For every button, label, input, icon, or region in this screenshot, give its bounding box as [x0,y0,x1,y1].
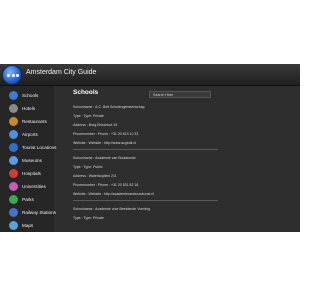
sidebar-item-airports[interactable]: Airports [0,128,54,141]
school-name: Schoolname : Academie voor Beeldende Vor… [73,207,151,211]
school-website: Website : Website : http://www.acgbolt.n… [73,141,137,145]
sidebar: Schools Hotels Restaurants Airports Tour… [0,86,57,232]
museums-icon [9,156,18,165]
tourist-locations-icon [9,143,18,152]
restaurants-icon [9,117,18,126]
hotels-icon [9,104,18,113]
airports-icon [9,130,18,139]
sidebar-item-label: Museums [22,158,42,163]
school-name: Schoolname : Academie van Bouwkunst [73,156,136,160]
sidebar-item-label: Hotels [22,106,36,111]
sidebar-item-restaurants[interactable]: Restaurants [0,115,54,128]
sidebar-item-label: Restaurants [22,119,47,124]
sidebar-item-hospitals[interactable]: Hospitals [0,167,54,180]
app-header: Amsterdam City Guide [0,64,300,86]
school-website: Website : Website : http://academievanbo… [73,192,154,196]
school-phone: Phonenumber : Phone : +31 20 531 82 18 [73,183,139,187]
sidebar-item-label: Railway Stations [22,210,56,215]
sidebar-item-label: Hospitals [22,171,41,176]
sidebar-item-label: Universities [22,184,46,189]
maps-icon [9,221,18,230]
school-type: Type : Type: Public [73,165,103,169]
school-address: Address : Burg.Elsschout 19 [73,123,118,127]
school-type: Type : Type: Private [73,114,104,118]
school-phone: Phonenumber : Phone : +31 20 613 10 33 [73,132,139,136]
divider [73,200,218,201]
app-window: Amsterdam City Guide Schools Hotels Rest… [0,64,300,232]
sidebar-item-schools[interactable]: Schools [0,89,54,102]
hospitals-icon [9,169,18,178]
sidebar-item-label: Tourist Locations [22,145,57,150]
sidebar-item-tourist-locations[interactable]: Tourist Locations [0,141,57,154]
universities-icon [9,182,18,191]
school-type: Type : Type: Private [73,216,104,220]
sidebar-item-railway-stations[interactable]: Railway Stations [0,206,56,219]
sidebar-item-museums[interactable]: Museums [0,154,54,167]
sidebar-item-universities[interactable]: Universities [0,180,54,193]
sidebar-item-label: Airports [22,132,38,137]
sidebar-item-label: Schools [22,93,39,98]
parks-icon [9,195,18,204]
sidebar-item-label: Maps [22,223,34,228]
page-title: Schools [73,89,99,96]
app-title: Amsterdam City Guide [26,69,97,76]
sidebar-item-label: Parks [22,197,34,202]
sidebar-item-hotels[interactable]: Hotels [0,102,54,115]
railway-stations-icon [9,208,18,217]
search-input[interactable] [149,91,211,98]
divider [73,149,218,150]
main-content: Schools Schoolname : A.C. Bolt Scholenge… [66,86,292,232]
sidebar-item-parks[interactable]: Parks [0,193,54,206]
school-name: Schoolname : A.C. Bolt Scholengemeenscha… [73,105,145,109]
speech-bubble-logo-icon [2,65,22,85]
sidebar-item-maps[interactable]: Maps [0,219,54,232]
schools-icon [9,91,18,100]
school-address: Address : Waterlooplein 211 [73,174,117,178]
